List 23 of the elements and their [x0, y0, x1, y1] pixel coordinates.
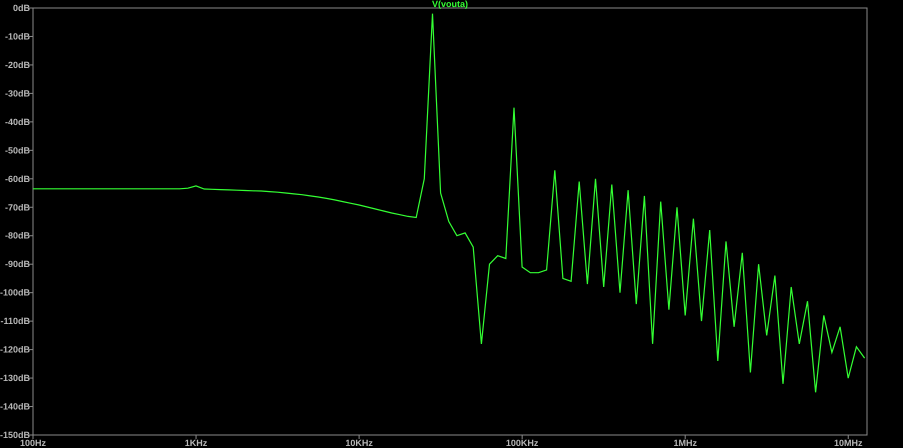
y-tick-label: -10dB — [4, 31, 30, 42]
x-tick-label: 1KHz — [184, 438, 208, 448]
x-tick-label: 10MHz — [834, 438, 862, 448]
y-tick-label: -60dB — [4, 174, 30, 184]
y-tick-label: -50dB — [4, 145, 30, 156]
trace-label: V(vouta) — [432, 0, 468, 9]
y-tick-label: -150dB — [0, 430, 30, 440]
x-tick-label: 1MHz — [673, 438, 697, 448]
x-tick-label: 10KHz — [345, 438, 373, 448]
y-tick-label: -110dB — [0, 316, 30, 326]
y-tick-label: -90dB — [4, 259, 30, 270]
y-tick-label: -40dB — [4, 116, 30, 127]
y-tick-label: -140dB — [0, 402, 30, 412]
y-tick-label: -20dB — [4, 60, 30, 70]
y-tick-label: -80dB — [4, 230, 30, 241]
y-tick-label: -30dB — [4, 88, 30, 98]
y-tick-label: 0dB — [12, 3, 30, 13]
x-tick-label: 100KHz — [506, 438, 538, 448]
y-tick-label: -130dB — [0, 373, 30, 384]
y-tick-label: -120dB — [0, 344, 30, 355]
y-tick-label: -70dB — [4, 202, 30, 212]
y-tick-label: -100dB — [0, 288, 30, 298]
x-tick-label: 100Hz — [20, 438, 46, 448]
